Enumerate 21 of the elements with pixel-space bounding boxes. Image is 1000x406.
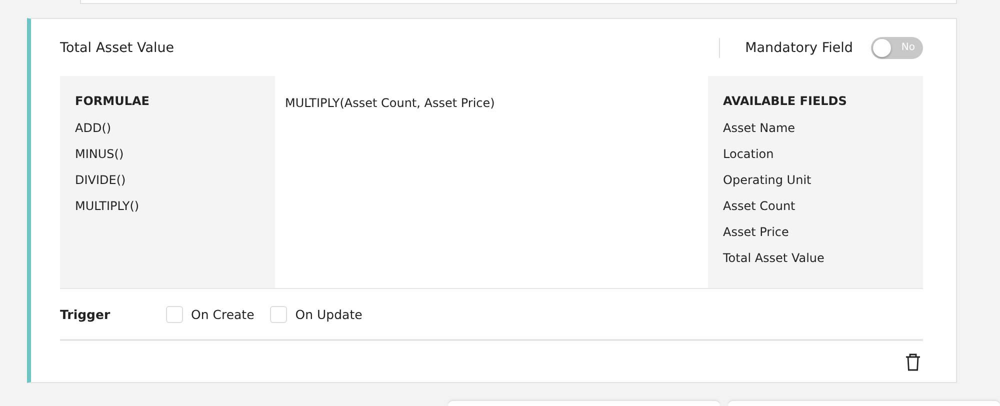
checkbox-label: On Update (295, 306, 362, 322)
field-item[interactable]: Operating Unit (723, 171, 908, 190)
checkbox-label: On Create (191, 306, 254, 322)
field-item[interactable]: Total Asset Value (723, 249, 908, 268)
delete-button[interactable] (905, 352, 921, 370)
field-item[interactable]: Asset Name (723, 119, 908, 138)
trash-icon (905, 352, 921, 370)
fields-heading: AVAILABLE FIELDS (723, 94, 848, 108)
formula-item[interactable]: ADD() (75, 119, 260, 138)
formula-item[interactable]: DIVIDE() (75, 171, 260, 190)
formula-item[interactable]: MINUS() (75, 145, 260, 164)
mandatory-label: Mandatory Field (745, 40, 853, 56)
field-item[interactable]: Asset Count (723, 197, 908, 216)
formula-item[interactable]: MULTIPLY() (75, 197, 260, 216)
checkbox[interactable] (166, 306, 183, 322)
formulae-heading: FORMULAE (75, 94, 150, 108)
trigger-label: Trigger (60, 306, 112, 322)
checkbox[interactable] (270, 306, 288, 322)
field-title: Total Asset Value (60, 40, 176, 56)
field-item[interactable]: Asset Price (723, 223, 908, 242)
field-item[interactable]: Location (723, 145, 908, 164)
